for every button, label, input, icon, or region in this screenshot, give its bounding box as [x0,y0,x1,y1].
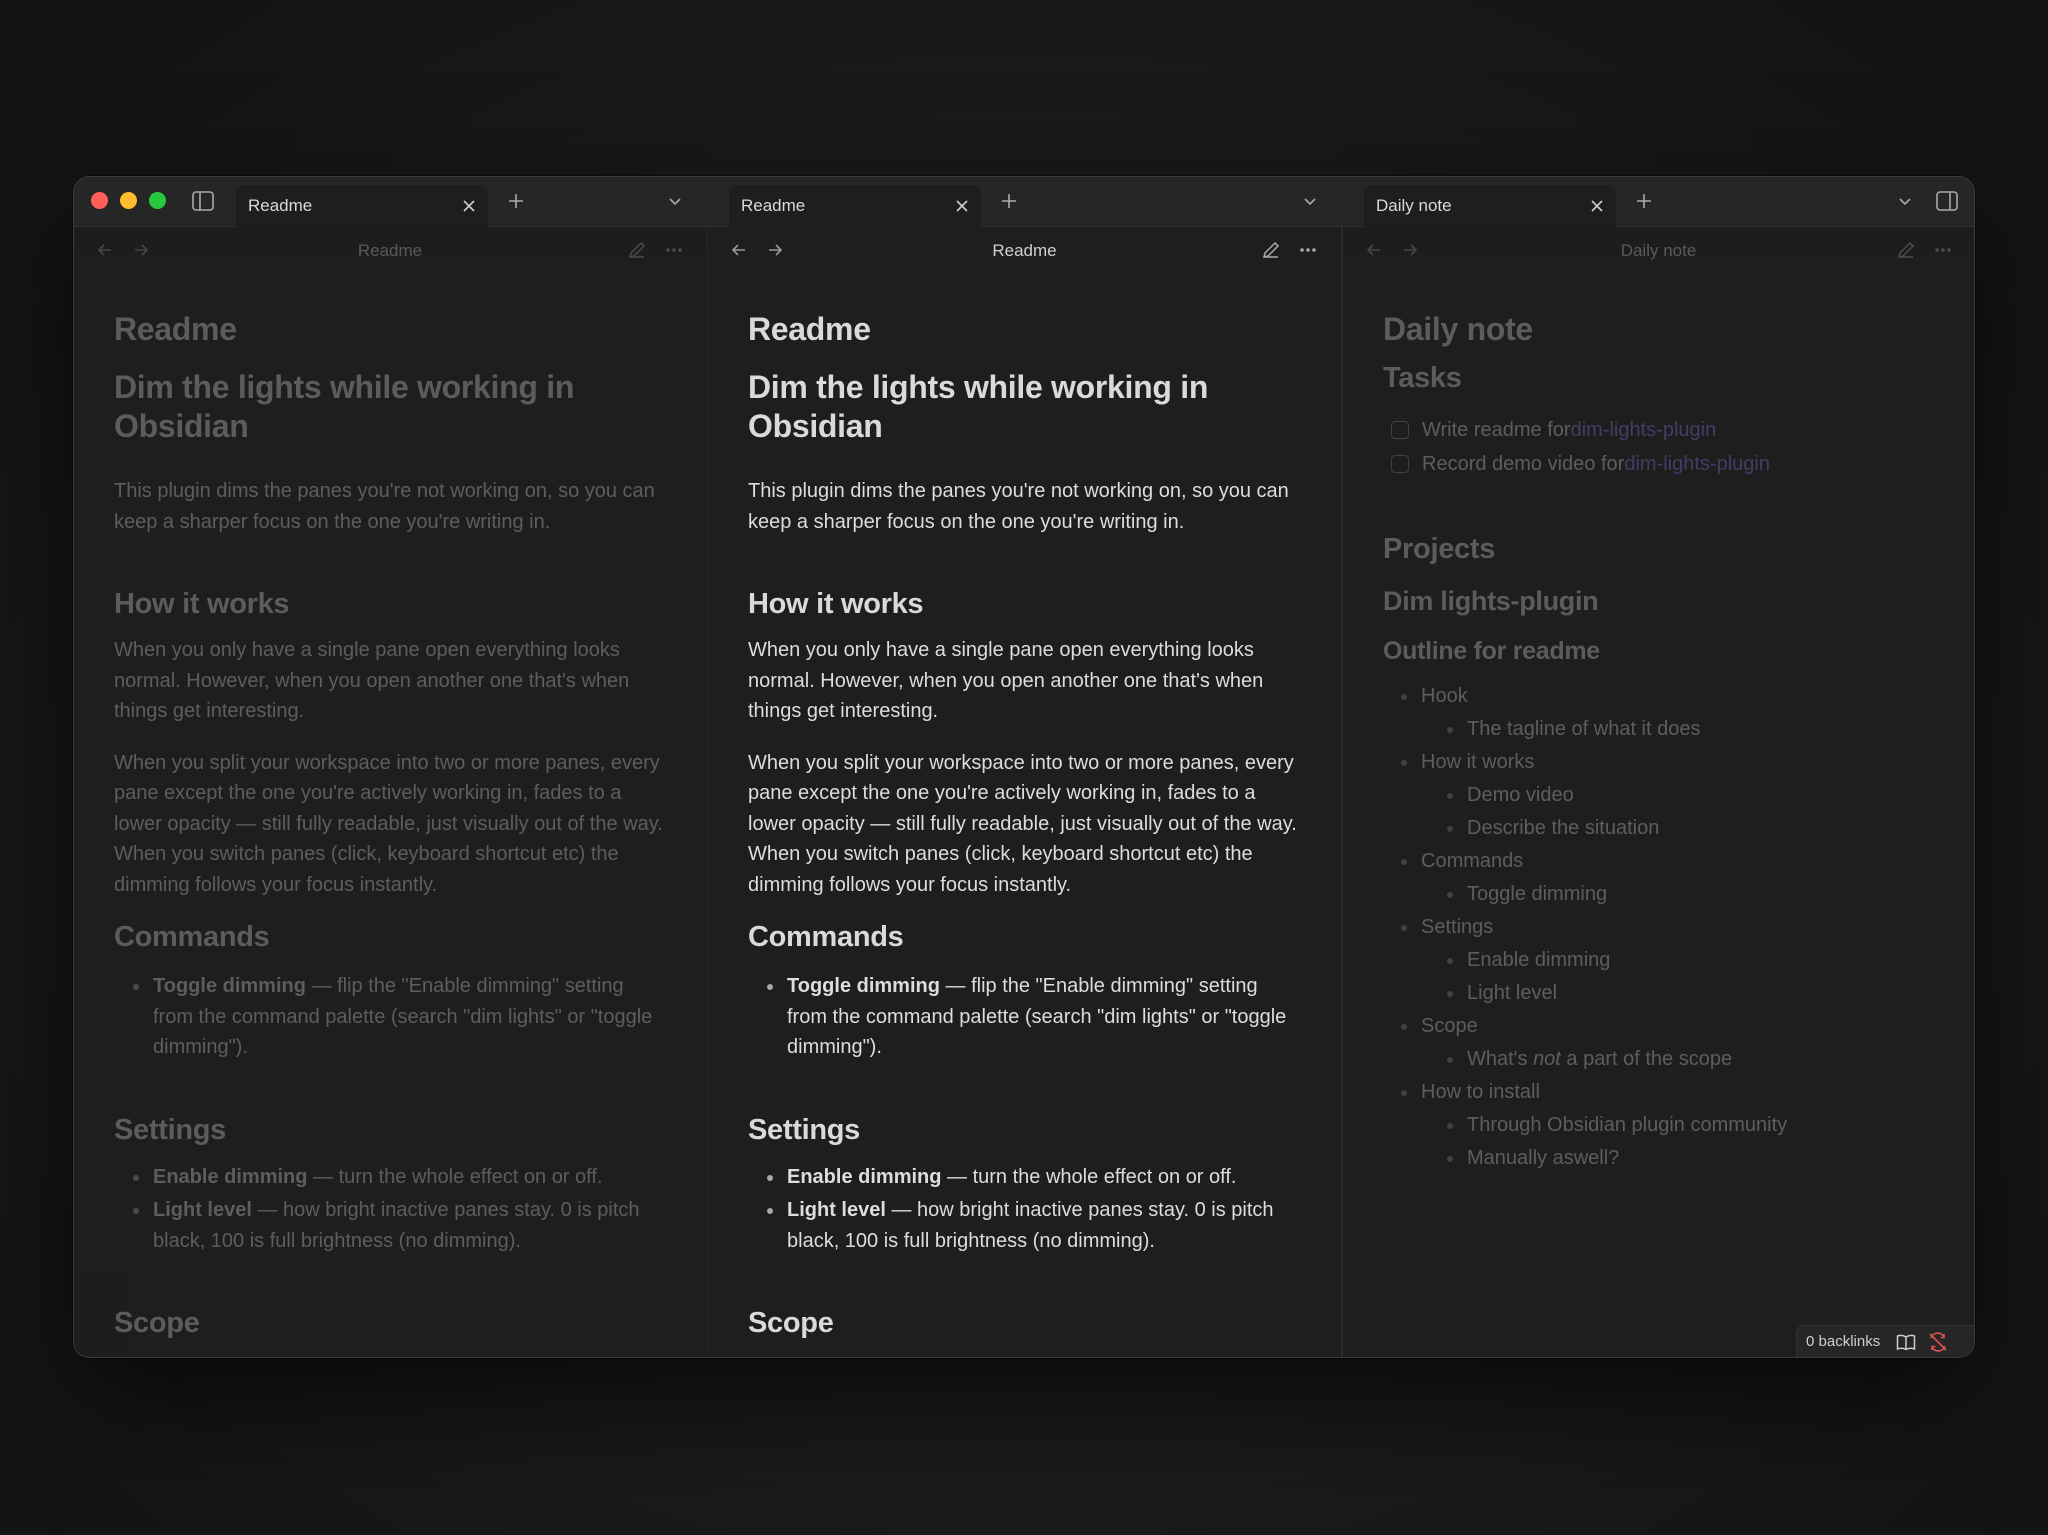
inline-title: Readme [114,311,237,347]
tab-label: Daily note [1376,196,1452,215]
close-tab-icon[interactable] [462,199,476,213]
heading-how-it-works: How it works [748,588,924,620]
left-sidebar-toggle-icon[interactable] [192,191,214,211]
tab-bar: Readme Readme Daily note [74,177,1974,227]
list-item: Light level [1383,977,1934,1010]
edit-pencil-icon[interactable] [627,240,647,260]
inline-title: Daily note [1383,311,1533,347]
tab-list-chevron-down-icon[interactable] [1896,193,1914,211]
heading-scope: Scope [748,1307,834,1339]
app-window: Readme Readme Daily note Readme Readme D… [73,176,1975,1358]
heading-1: Dim the lights while working in Obsidian [748,369,1209,444]
paragraph: When you split your workspace into two o… [748,751,1297,896]
heading-tasks: Tasks [1383,362,1462,394]
minimize-window-button[interactable] [120,192,137,209]
tab-readme-left[interactable]: Readme [236,185,488,227]
list-item: Scope [1383,1010,1934,1043]
list-item: Demo video [1383,779,1934,812]
pane-middle[interactable]: Readme Readme Dim the lights while worki… [708,227,1343,1357]
more-options-icon[interactable] [1298,240,1318,260]
list-item: Light level — how bright inactive panes … [766,1195,1301,1256]
list-item: Commands [1383,845,1934,878]
tab-readme-middle[interactable]: Readme [729,185,981,227]
list-item: Through Obsidian plugin community [1383,1109,1934,1142]
paragraph: This plugin dims the panes you're not wo… [748,480,1289,533]
internal-link[interactable]: dim-lights-plugin [1571,419,1717,442]
inline-title: Readme [748,311,871,347]
note-content[interactable]: Readme Dim the lights while working in O… [114,311,666,1340]
tab-label: Readme [248,196,313,215]
list-item: Describe the situation [1383,812,1934,845]
list-item: Manually aswell? [1383,1142,1934,1175]
backlinks-count[interactable]: 0 backlinks [1806,1333,1880,1350]
heading-how-it-works: How it works [114,588,290,620]
status-bar: 0 backlinks [1796,1325,1974,1357]
pane-title: Readme [992,241,1057,260]
paragraph: This plugin dims the panes you're not wo… [114,480,655,533]
edit-pencil-icon[interactable] [1896,240,1916,260]
heading-projects: Projects [1383,533,1496,565]
list-item: Toggle dimming — flip the "Enable dimmin… [766,971,1301,1063]
paragraph: When you split your workspace into two o… [114,751,663,896]
heading-commands: Commands [114,921,270,953]
heading-commands: Commands [748,921,904,953]
settings-list: Enable dimming — turn the whole effect o… [132,1162,666,1257]
pane-left[interactable]: Readme Readme Dim the lights while worki… [74,227,708,1357]
pane-header: Readme [74,227,706,273]
new-tab-icon[interactable] [506,191,526,211]
note-content[interactable]: Readme Dim the lights while working in O… [748,311,1301,1340]
task-checkbox[interactable] [1391,421,1409,439]
pane-header: Readme [708,227,1341,273]
paragraph: When you only have a single pane open ev… [748,639,1264,722]
list-item: Enable dimming [1383,944,1934,977]
tab-label: Readme [741,196,806,215]
paragraph: When you only have a single pane open ev… [114,639,630,722]
close-tab-icon[interactable] [1590,199,1604,213]
heading-scope: Scope [114,1307,200,1339]
list-item: Toggle dimming — flip the "Enable dimmin… [132,971,666,1063]
tab-daily-note[interactable]: Daily note [1364,185,1616,227]
list-item: Hook [1383,680,1934,713]
close-window-button[interactable] [91,192,108,209]
new-tab-icon[interactable] [999,191,1019,211]
tab-list-chevron-down-icon[interactable] [666,193,684,211]
pane-title: Daily note [1620,241,1697,260]
list-item: Enable dimming — turn the whole effect o… [766,1162,1301,1193]
edit-pencil-icon[interactable] [1261,240,1281,260]
more-options-icon[interactable] [1933,240,1953,260]
commands-list: Toggle dimming — flip the "Enable dimmin… [766,971,1301,1063]
settings-list: Enable dimming — turn the whole effect o… [766,1162,1301,1257]
heading-settings: Settings [748,1113,860,1146]
task-checkbox[interactable] [1391,455,1409,473]
pane-right[interactable]: Daily note Daily note Tasks Write readme… [1343,227,1974,1357]
tab-list-chevron-down-icon[interactable] [1301,193,1319,211]
note-content[interactable]: Daily note Tasks Write readme for dim-li… [1383,311,1934,1175]
task-item: Record demo video for dim-lights-plugin [1383,447,1934,481]
heading-outline: Outline for readme [1383,637,1600,665]
list-item: The tagline of what it does [1383,713,1934,746]
close-tab-icon[interactable] [955,199,969,213]
new-tab-icon[interactable] [1634,191,1654,211]
pane-header: Daily note [1343,227,1974,273]
reading-view-book-icon[interactable] [1896,1333,1916,1351]
more-options-icon[interactable] [664,240,684,260]
list-item: Light level — how bright inactive panes … [132,1195,666,1256]
list-item: Enable dimming — turn the whole effect o… [132,1162,666,1193]
right-sidebar-toggle-icon[interactable] [1936,191,1958,211]
list-item: How to install [1383,1076,1934,1109]
list-item: How it works [1383,746,1934,779]
maximize-window-button[interactable] [149,192,166,209]
list-item: Settings [1383,911,1934,944]
commands-list: Toggle dimming — flip the "Enable dimmin… [132,971,666,1063]
task-item: Write readme for dim-lights-plugin [1383,413,1934,447]
heading-settings: Settings [114,1113,226,1146]
outline-list: Hook The tagline of what it does How it … [1383,680,1934,1175]
sync-off-icon[interactable] [1928,1331,1948,1352]
heading-project: Dim lights-plugin [1383,586,1599,616]
list-item: What's not a part of the scope [1383,1043,1934,1076]
heading-1: Dim the lights while working in Obsidian [114,369,575,444]
internal-link[interactable]: dim-lights-plugin [1624,453,1770,476]
pane-title: Readme [357,241,423,260]
list-item: Toggle dimming [1383,878,1934,911]
